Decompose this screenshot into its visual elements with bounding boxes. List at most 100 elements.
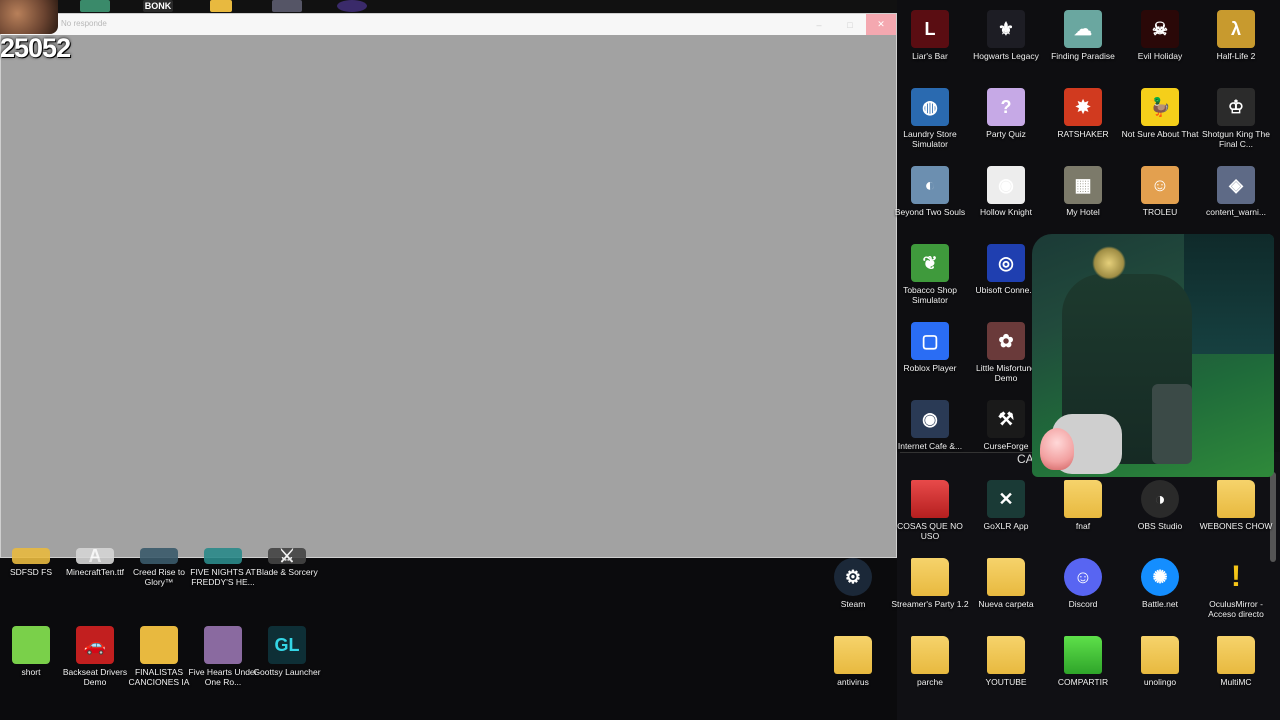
desktop-icon[interactable]: ◈ content_warni... bbox=[1197, 166, 1275, 236]
desktop-icon-label: Beyond Two Souls bbox=[894, 207, 966, 217]
curseforge-icon: ⚒ bbox=[987, 400, 1025, 438]
desktop-icon[interactable]: ⚔ Blade & Sorcery bbox=[248, 548, 326, 618]
window-title: No responde bbox=[61, 19, 107, 28]
desktop-icon[interactable]: ☠ Evil Holiday bbox=[1121, 10, 1199, 80]
desktop-icon[interactable]: COSAS QUE NO USO bbox=[891, 480, 969, 550]
desktop-icon-label: Finding Paradise bbox=[1051, 51, 1115, 61]
desktop-icon-label: Streamer's Party 1.2 bbox=[891, 599, 969, 609]
goxlr-icon: ✕ bbox=[987, 480, 1025, 518]
shotgun-king-icon: ♔ bbox=[1217, 88, 1255, 126]
desktop-icon[interactable]: ? Party Quiz bbox=[967, 88, 1045, 158]
desktop-icon[interactable]: ⚜ Hogwarts Legacy bbox=[967, 10, 1045, 80]
desktop-icon[interactable]: Nueva carpeta bbox=[967, 558, 1045, 628]
desktop-icon-label: MultiMC bbox=[1220, 677, 1252, 687]
desktop-icon[interactable]: GL Goottsy Launcher bbox=[248, 626, 326, 696]
top-strip-bonk-icon[interactable]: BONK bbox=[143, 0, 173, 12]
desktop-icon[interactable]: 🦆 Not Sure About That bbox=[1121, 88, 1199, 158]
desktop-icon[interactable]: unolingo bbox=[1121, 636, 1199, 706]
folder-icon bbox=[1064, 480, 1102, 518]
desktop-icon-label: Hollow Knight bbox=[980, 207, 1032, 217]
backseat-drivers-icon: 🚗 bbox=[76, 626, 114, 664]
desktop-icon-label: My Hotel bbox=[1066, 207, 1100, 217]
folder-icon bbox=[140, 626, 178, 664]
desktop-icon[interactable]: ♔ Shotgun King The Final C... bbox=[1197, 88, 1275, 158]
desktop-icon-label: Nueva carpeta bbox=[978, 599, 1034, 609]
obs-icon: ◑ bbox=[1141, 480, 1179, 518]
duck-icon: 🦆 bbox=[1141, 88, 1179, 126]
desktop-icon-label: YOUTUBE bbox=[985, 677, 1027, 687]
my-hotel-icon: ▦ bbox=[1064, 166, 1102, 204]
desktop-icon[interactable]: ▦ My Hotel bbox=[1044, 166, 1122, 236]
overlay-counter: 25052 bbox=[0, 33, 71, 63]
desktop-icon-label: Liar's Bar bbox=[912, 51, 948, 61]
content-warning-icon: ◈ bbox=[1217, 166, 1255, 204]
mascot-sticker bbox=[1040, 428, 1074, 470]
desktop-icon[interactable]: ◑ OBS Studio bbox=[1121, 480, 1199, 550]
finding-paradise-icon: ☁ bbox=[1064, 10, 1102, 48]
streamer-facecam bbox=[0, 0, 58, 34]
party-quiz-icon: ? bbox=[987, 88, 1025, 126]
folder-icon bbox=[1217, 480, 1255, 518]
top-strip-icon-5[interactable] bbox=[337, 0, 367, 12]
top-strip-folder-icon[interactable] bbox=[210, 0, 232, 12]
desktop-icon[interactable]: ☺ TROLEU bbox=[1121, 166, 1199, 236]
warning-icon: ! bbox=[1231, 560, 1241, 593]
desktop-icon[interactable]: ! OculusMirror - Acceso directo bbox=[1197, 558, 1275, 628]
desktop-icon-label: antivirus bbox=[837, 677, 869, 687]
top-strip-icon-1[interactable] bbox=[80, 0, 110, 12]
folder-icon bbox=[834, 636, 872, 674]
desktop-icon-label: Roblox Player bbox=[903, 363, 957, 373]
minimize-button[interactable]: – bbox=[804, 14, 834, 35]
blade-sorcery-icon: ⚔ bbox=[268, 548, 306, 564]
desktop-icon[interactable]: ◍ Laundry Store Simulator bbox=[891, 88, 969, 158]
desktop-icon-label: Goottsy Launcher bbox=[253, 667, 321, 677]
desktop-icon[interactable]: ☺ Discord bbox=[1044, 558, 1122, 628]
desktop-icon-label: Discord bbox=[1068, 599, 1098, 609]
laundry-store-icon: ◍ bbox=[911, 88, 949, 126]
hollow-knight-icon: ◉ bbox=[987, 166, 1025, 204]
desktop-icon[interactable]: YOUTUBE bbox=[967, 636, 1045, 706]
desktop-icon-label: Evil Holiday bbox=[1137, 51, 1183, 61]
top-strip-icon-4[interactable] bbox=[272, 0, 302, 12]
window-titlebar[interactable]: No responde – □ ✕ bbox=[1, 14, 896, 35]
desktop-icon-label: OBS Studio bbox=[1137, 521, 1183, 531]
desktop-icon[interactable]: MultiMC bbox=[1197, 636, 1275, 706]
desktop-icon[interactable]: ⚙ Steam bbox=[814, 558, 892, 628]
font-file-icon: A bbox=[76, 548, 114, 564]
desktop-icon-label: Laundry Store Simulator bbox=[903, 129, 957, 149]
desktop-icon-label: Blade & Sorcery bbox=[256, 567, 318, 577]
desktop-icon[interactable]: ✺ Battle.net bbox=[1121, 558, 1199, 628]
not-responding-window[interactable]: No responde – □ ✕ bbox=[0, 13, 897, 558]
desktop-icon[interactable]: ☁ Finding Paradise bbox=[1044, 10, 1122, 80]
desktop-icon-label: RATSHAKER bbox=[1057, 129, 1109, 139]
five-hearts-icon bbox=[204, 626, 242, 664]
desktop-icon-label: Tobacco Shop Simulator bbox=[903, 285, 957, 305]
desktop-icon[interactable]: ◉ Hollow Knight bbox=[967, 166, 1045, 236]
desktop-icon[interactable]: antivirus bbox=[814, 636, 892, 706]
desktop-icon-label: COMPARTIR bbox=[1057, 677, 1109, 687]
maximize-button[interactable]: □ bbox=[835, 14, 865, 35]
desktop-icon-label: GoXLR App bbox=[983, 521, 1029, 531]
folder-icon bbox=[911, 480, 949, 518]
goottsy-launcher-icon: GL bbox=[268, 626, 306, 664]
ratshaker-icon: ✸ bbox=[1064, 88, 1102, 126]
desktop-icon[interactable]: λ Half-Life 2 bbox=[1197, 10, 1275, 80]
desktop-icon[interactable]: fnaf bbox=[1044, 480, 1122, 550]
desktop-icon-label: Party Quiz bbox=[986, 129, 1026, 139]
desktop-icon[interactable]: ✕ GoXLR App bbox=[967, 480, 1045, 550]
desktop-icon[interactable]: ❦ Tobacco Shop Simulator bbox=[891, 244, 969, 314]
desktop-icon[interactable]: COMPARTIR bbox=[1044, 636, 1122, 706]
desktop-icon[interactable]: Streamer's Party 1.2 bbox=[891, 558, 969, 628]
desktop-icon[interactable]: ▢ Roblox Player bbox=[891, 322, 969, 392]
liars-bar-icon: L bbox=[911, 10, 949, 48]
desktop-icon[interactable]: WEBONES CHOW bbox=[1197, 480, 1275, 550]
desktop-icon-label: Internet Cafe &... bbox=[897, 441, 963, 451]
desktop-icon[interactable]: parche bbox=[891, 636, 969, 706]
desktop-icon[interactable]: ◐ Beyond Two Souls bbox=[891, 166, 969, 236]
battlenet-icon: ✺ bbox=[1141, 558, 1179, 596]
discord-icon: ☺ bbox=[1064, 558, 1102, 596]
desktop-icon[interactable]: ✸ RATSHAKER bbox=[1044, 88, 1122, 158]
desktop-icon-label: Half-Life 2 bbox=[1216, 51, 1256, 61]
evil-holiday-icon: ☠ bbox=[1141, 10, 1179, 48]
desktop-icon[interactable]: L Liar's Bar bbox=[891, 10, 969, 80]
